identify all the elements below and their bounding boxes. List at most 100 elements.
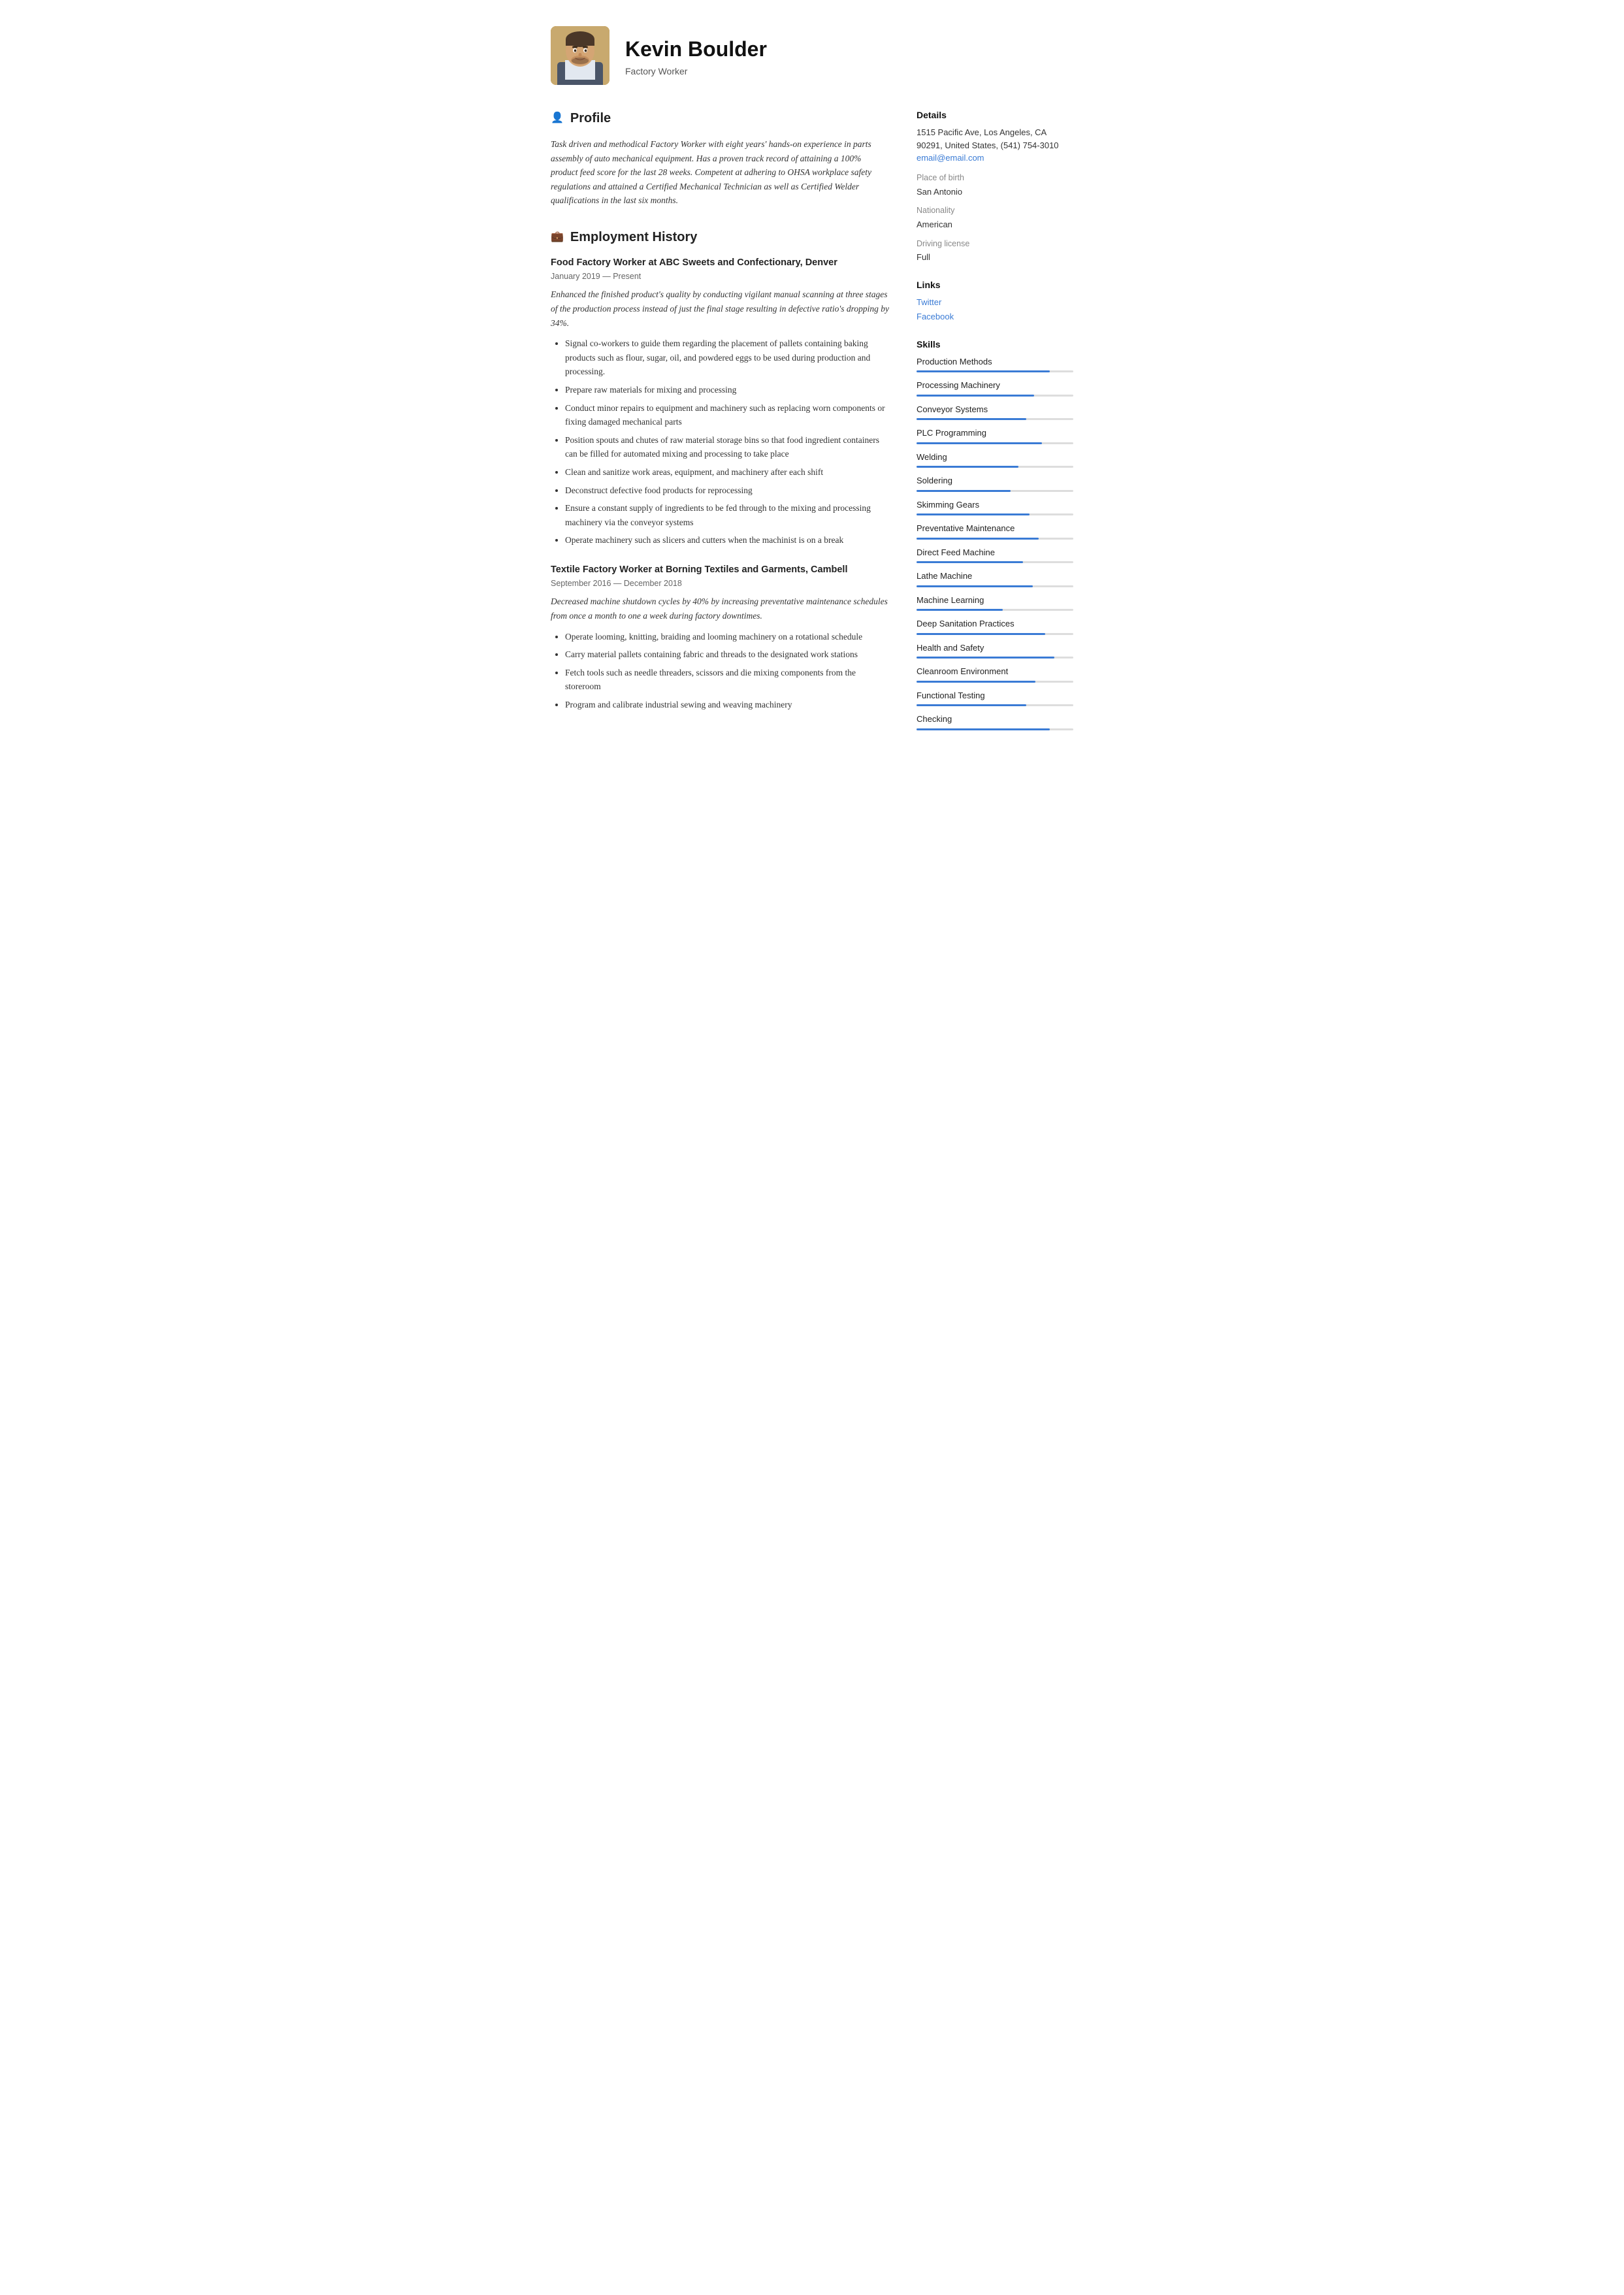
place-of-birth-label: Place of birth (917, 172, 1073, 184)
skill-item: Health and Safety (917, 642, 1073, 659)
skill-bar-fill (917, 633, 1045, 635)
skill-name: Processing Machinery (917, 379, 1073, 392)
header-info: Kevin Boulder Factory Worker (625, 33, 767, 78)
nationality-label: Nationality (917, 204, 1073, 217)
skill-bar-fill (917, 418, 1026, 420)
skill-bar-fill (917, 466, 1018, 468)
skill-item: Skimming Gears (917, 498, 1073, 516)
skill-bar-bg (917, 681, 1073, 683)
skill-item: Deep Sanitation Practices (917, 617, 1073, 635)
list-item: Operate machinery such as slicers and cu… (565, 533, 890, 547)
job-2-desc: Decreased machine shutdown cycles by 40%… (551, 594, 890, 623)
skills-title: Skills (917, 338, 1073, 351)
main-layout: 👤 Profile Task driven and methodical Fac… (551, 108, 1073, 745)
employment-icon: 💼 (551, 229, 564, 245)
skill-name: Production Methods (917, 355, 1073, 368)
links-section: Links Twitter Facebook (917, 278, 1073, 323)
list-item: Operate looming, knitting, braiding and … (565, 630, 890, 644)
skill-bar-bg (917, 585, 1073, 587)
job-entry-2: Textile Factory Worker at Borning Textil… (551, 563, 890, 712)
skill-bar-bg (917, 513, 1073, 515)
skill-bar-fill (917, 681, 1035, 683)
job-1-bullets: Signal co-workers to guide them regardin… (551, 336, 890, 547)
skill-bar-bg (917, 609, 1073, 611)
skill-item: Direct Feed Machine (917, 546, 1073, 564)
details-section: Details 1515 Pacific Ave, Los Angeles, C… (917, 108, 1073, 264)
avatar (551, 26, 609, 85)
skill-bar-fill (917, 561, 1023, 563)
skill-bar-bg (917, 442, 1073, 444)
details-email[interactable]: email@email.com (917, 153, 984, 163)
list-item: Conduct minor repairs to equipment and m… (565, 401, 890, 429)
list-item: Position spouts and chutes of raw materi… (565, 433, 890, 461)
driving-license-value: Full (917, 251, 1073, 264)
list-item: Carry material pallets containing fabric… (565, 647, 890, 662)
list-item: Fetch tools such as needle threaders, sc… (565, 666, 890, 694)
skill-item: Production Methods (917, 355, 1073, 373)
skill-item: Conveyor Systems (917, 403, 1073, 421)
job-entry-1: Food Factory Worker at ABC Sweets and Co… (551, 256, 890, 547)
profile-section-title: 👤 Profile (551, 108, 890, 128)
nationality-value: American (917, 218, 1073, 231)
skill-bar-fill (917, 395, 1034, 397)
skills-section: Skills Production Methods Processing Mac… (917, 338, 1073, 730)
skill-bar-fill (917, 442, 1042, 444)
skill-bar-fill (917, 609, 1003, 611)
skill-item: Soldering (917, 474, 1073, 492)
job-1-title: Food Factory Worker at ABC Sweets and Co… (551, 256, 890, 270)
skill-name: Welding (917, 451, 1073, 464)
skill-bar-fill (917, 490, 1011, 492)
list-item: Ensure a constant supply of ingredients … (565, 501, 890, 529)
skill-bar-bg (917, 395, 1073, 397)
employment-section-title: 💼 Employment History (551, 227, 890, 247)
skill-item: Machine Learning (917, 594, 1073, 611)
job-1-dates: January 2019 — Present (551, 270, 890, 283)
skill-bar-fill (917, 657, 1054, 659)
skill-name: Checking (917, 713, 1073, 726)
skill-bar-bg (917, 538, 1073, 540)
skill-name: Machine Learning (917, 594, 1073, 607)
skill-item: Lathe Machine (917, 570, 1073, 587)
person-job-title: Factory Worker (625, 65, 767, 78)
skill-bar-bg (917, 370, 1073, 372)
skill-item: Processing Machinery (917, 379, 1073, 397)
list-item: Clean and sanitize work areas, equipment… (565, 465, 890, 480)
details-title: Details (917, 108, 1073, 122)
driving-license-label: Driving license (917, 238, 1073, 250)
resume-header: Kevin Boulder Factory Worker (551, 26, 1073, 85)
employment-section: 💼 Employment History Food Factory Worker… (551, 227, 890, 712)
skill-item: Functional Testing (917, 689, 1073, 707)
skill-bar-bg (917, 490, 1073, 492)
skill-bar-bg (917, 728, 1073, 730)
skill-bar-fill (917, 728, 1050, 730)
job-2-dates: September 2016 — December 2018 (551, 578, 890, 590)
links-title: Links (917, 278, 1073, 292)
skill-bar-fill (917, 370, 1050, 372)
skill-name: Soldering (917, 474, 1073, 487)
skill-name: Deep Sanitation Practices (917, 617, 1073, 630)
skill-name: PLC Programming (917, 427, 1073, 440)
skill-item: PLC Programming (917, 427, 1073, 444)
job-2-title: Textile Factory Worker at Borning Textil… (551, 563, 890, 578)
link-twitter[interactable]: Twitter (917, 296, 1073, 309)
skill-item: Cleanroom Environment (917, 665, 1073, 683)
list-item: Deconstruct defective food products for … (565, 483, 890, 498)
profile-section: 👤 Profile Task driven and methodical Fac… (551, 108, 890, 208)
profile-icon: 👤 (551, 110, 564, 126)
skill-bar-bg (917, 466, 1073, 468)
skill-name: Functional Testing (917, 689, 1073, 702)
details-address: 1515 Pacific Ave, Los Angeles, CA 90291,… (917, 126, 1073, 152)
right-column: Details 1515 Pacific Ave, Los Angeles, C… (917, 108, 1073, 745)
skill-item: Preventative Maintenance (917, 522, 1073, 540)
skill-bar-bg (917, 561, 1073, 563)
skill-item: Checking (917, 713, 1073, 730)
skill-name: Direct Feed Machine (917, 546, 1073, 559)
skill-bar-bg (917, 418, 1073, 420)
link-facebook[interactable]: Facebook (917, 310, 1073, 323)
list-item: Prepare raw materials for mixing and pro… (565, 383, 890, 397)
job-1-desc: Enhanced the finished product's quality … (551, 287, 890, 330)
job-2-bullets: Operate looming, knitting, braiding and … (551, 630, 890, 712)
list-item: Signal co-workers to guide them regardin… (565, 336, 890, 379)
skill-bar-bg (917, 633, 1073, 635)
place-of-birth-value: San Antonio (917, 186, 1073, 199)
